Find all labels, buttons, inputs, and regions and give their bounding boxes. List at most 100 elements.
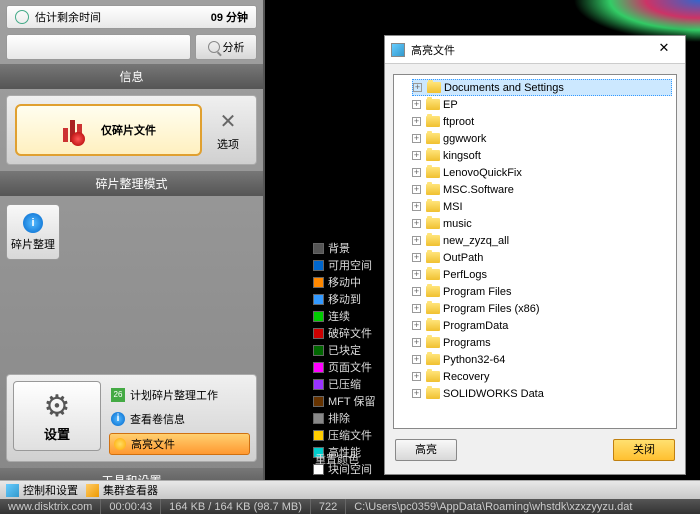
expand-icon[interactable]: +	[412, 151, 421, 160]
expand-icon[interactable]: +	[412, 287, 421, 296]
tree-item[interactable]: +LenovoQuickFix	[412, 164, 672, 181]
folder-icon	[426, 99, 440, 110]
timer-value: 09 分钟	[211, 9, 248, 25]
tree-item[interactable]: +ftproot	[412, 113, 672, 130]
expand-icon[interactable]: +	[412, 321, 421, 330]
legend-item: 背景	[313, 240, 383, 256]
expand-icon[interactable]: +	[412, 168, 421, 177]
legend-item: 压缩文件	[313, 427, 383, 443]
status-path: C:\Users\pc0359\AppData\Roaming\whstdk\x…	[346, 499, 700, 514]
tree-item[interactable]: + new_zyzq_all	[412, 232, 672, 249]
legend-color	[313, 379, 324, 390]
settings-button[interactable]: ⚙ 设置	[13, 381, 101, 451]
legend-item: MFT 保留	[313, 393, 383, 409]
legend-item: 已压缩	[313, 376, 383, 392]
expand-icon[interactable]: +	[412, 338, 421, 347]
tree-item[interactable]: +ggwwork	[412, 130, 672, 147]
folder-tree[interactable]: +Documents and Settings+EP+ftproot+ggwwo…	[393, 74, 677, 429]
status-bar: www.disktrix.com 00:00:43 164 KB / 164 K…	[0, 499, 700, 514]
legend-item: 移动中	[313, 274, 383, 290]
folder-icon	[426, 133, 440, 144]
defrag-button[interactable]: i 碎片整理	[6, 204, 60, 260]
expand-icon[interactable]: +	[412, 389, 421, 398]
control-settings-tab[interactable]: 控制和设置	[6, 482, 78, 498]
expand-icon[interactable]: +	[412, 117, 421, 126]
expand-icon[interactable]: +	[412, 236, 421, 245]
folder-icon	[426, 252, 440, 263]
expand-icon[interactable]: +	[412, 270, 421, 279]
tree-item[interactable]: +PerfLogs	[412, 266, 672, 283]
highlight-files-link[interactable]: 高亮文件	[109, 433, 250, 455]
folder-icon	[426, 303, 440, 314]
folder-name: ProgramData	[443, 320, 508, 332]
tree-item[interactable]: + ProgramData	[412, 317, 672, 334]
folder-icon	[426, 354, 440, 365]
options-label: 选项	[217, 136, 239, 152]
expand-icon[interactable]: +	[413, 83, 422, 92]
expand-icon[interactable]: +	[412, 372, 421, 381]
expand-icon[interactable]: +	[412, 304, 421, 313]
folder-icon	[426, 269, 440, 280]
info-header: 信息	[0, 64, 263, 89]
folder-name: OutPath	[443, 252, 483, 264]
mode-header: 碎片整理模式	[0, 171, 263, 196]
search-input[interactable]	[6, 34, 191, 60]
tool-links: 26 计划碎片整理工作 i 查看卷信息 高亮文件	[109, 381, 250, 455]
expand-icon[interactable]: +	[412, 253, 421, 262]
settings-label: 设置	[44, 424, 70, 443]
folder-name: Recovery	[443, 371, 489, 383]
volume-info-link[interactable]: i 查看卷信息	[109, 409, 250, 429]
expand-icon[interactable]: +	[412, 134, 421, 143]
close-dialog-button[interactable]: 关闭	[613, 439, 675, 461]
status-number: 722	[311, 499, 346, 514]
legend-label: 页面文件	[328, 359, 372, 375]
tree-item[interactable]: + music	[412, 215, 672, 232]
tree-item[interactable]: +Programs	[412, 334, 672, 351]
tree-item[interactable]: +Python32-64	[412, 351, 672, 368]
legend-color	[313, 311, 324, 322]
folder-name: Program Files (x86)	[443, 303, 540, 315]
expand-icon[interactable]: +	[412, 100, 421, 109]
schedule-link[interactable]: 26 计划碎片整理工作	[109, 385, 250, 405]
options-button[interactable]: ✕ 选项	[208, 109, 248, 152]
close-button[interactable]: ✕	[649, 40, 679, 60]
folder-name: kingsoft	[443, 150, 481, 162]
folder-name: MSI	[443, 201, 463, 213]
mode-area: 仅碎片文件 ✕ 选项	[6, 95, 257, 165]
expand-icon[interactable]: +	[412, 219, 421, 228]
gear-icon: ⚙	[40, 390, 74, 424]
folder-name: MSC.Software	[443, 184, 514, 196]
highlight-button[interactable]: 高亮	[395, 439, 457, 461]
folder-icon	[426, 286, 440, 297]
expand-icon[interactable]: +	[412, 185, 421, 194]
tree-item[interactable]: + Recovery	[412, 368, 672, 385]
tree-item[interactable]: +Documents and Settings	[412, 79, 672, 96]
expand-icon[interactable]: +	[412, 202, 421, 211]
search-row: 分析	[6, 34, 257, 60]
folder-icon	[426, 150, 440, 161]
folder-icon	[426, 201, 440, 212]
fragment-files-button[interactable]: 仅碎片文件	[15, 104, 202, 156]
legend-item: 连续	[313, 308, 383, 324]
tree-item[interactable]: + MSI	[412, 198, 672, 215]
reset-colors-link[interactable]: 重置颜色	[315, 451, 359, 467]
folder-name: new_zyzq_all	[443, 235, 509, 247]
tree-item[interactable]: + Program Files (x86)	[412, 300, 672, 317]
folder-icon	[426, 337, 440, 348]
legend-label: 已压缩	[328, 376, 361, 392]
tree-item[interactable]: + kingsoft	[412, 147, 672, 164]
analyze-button[interactable]: 分析	[195, 34, 257, 60]
folder-name: music	[443, 218, 472, 230]
control-icon	[6, 484, 19, 497]
folder-icon	[426, 167, 440, 178]
tools-section: ⚙ 设置 26 计划碎片整理工作 i 查看卷信息 高亮文件	[6, 374, 257, 462]
tree-item[interactable]: +SOLIDWORKS Data	[412, 385, 672, 402]
tree-item[interactable]: +EP	[412, 96, 672, 113]
tree-item[interactable]: +Program Files	[412, 283, 672, 300]
tree-item[interactable]: + OutPath	[412, 249, 672, 266]
expand-icon[interactable]: +	[412, 355, 421, 364]
left-panel: 估计剩余时间 09 分钟 分析 信息 仅碎片文件 ✕ 选项 碎片整理模式 i 碎…	[0, 0, 265, 480]
cluster-viewer-tab[interactable]: 集群查看器	[86, 482, 158, 498]
tree-item[interactable]: + MSC.Software	[412, 181, 672, 198]
mode-label: 仅碎片文件	[101, 122, 156, 138]
